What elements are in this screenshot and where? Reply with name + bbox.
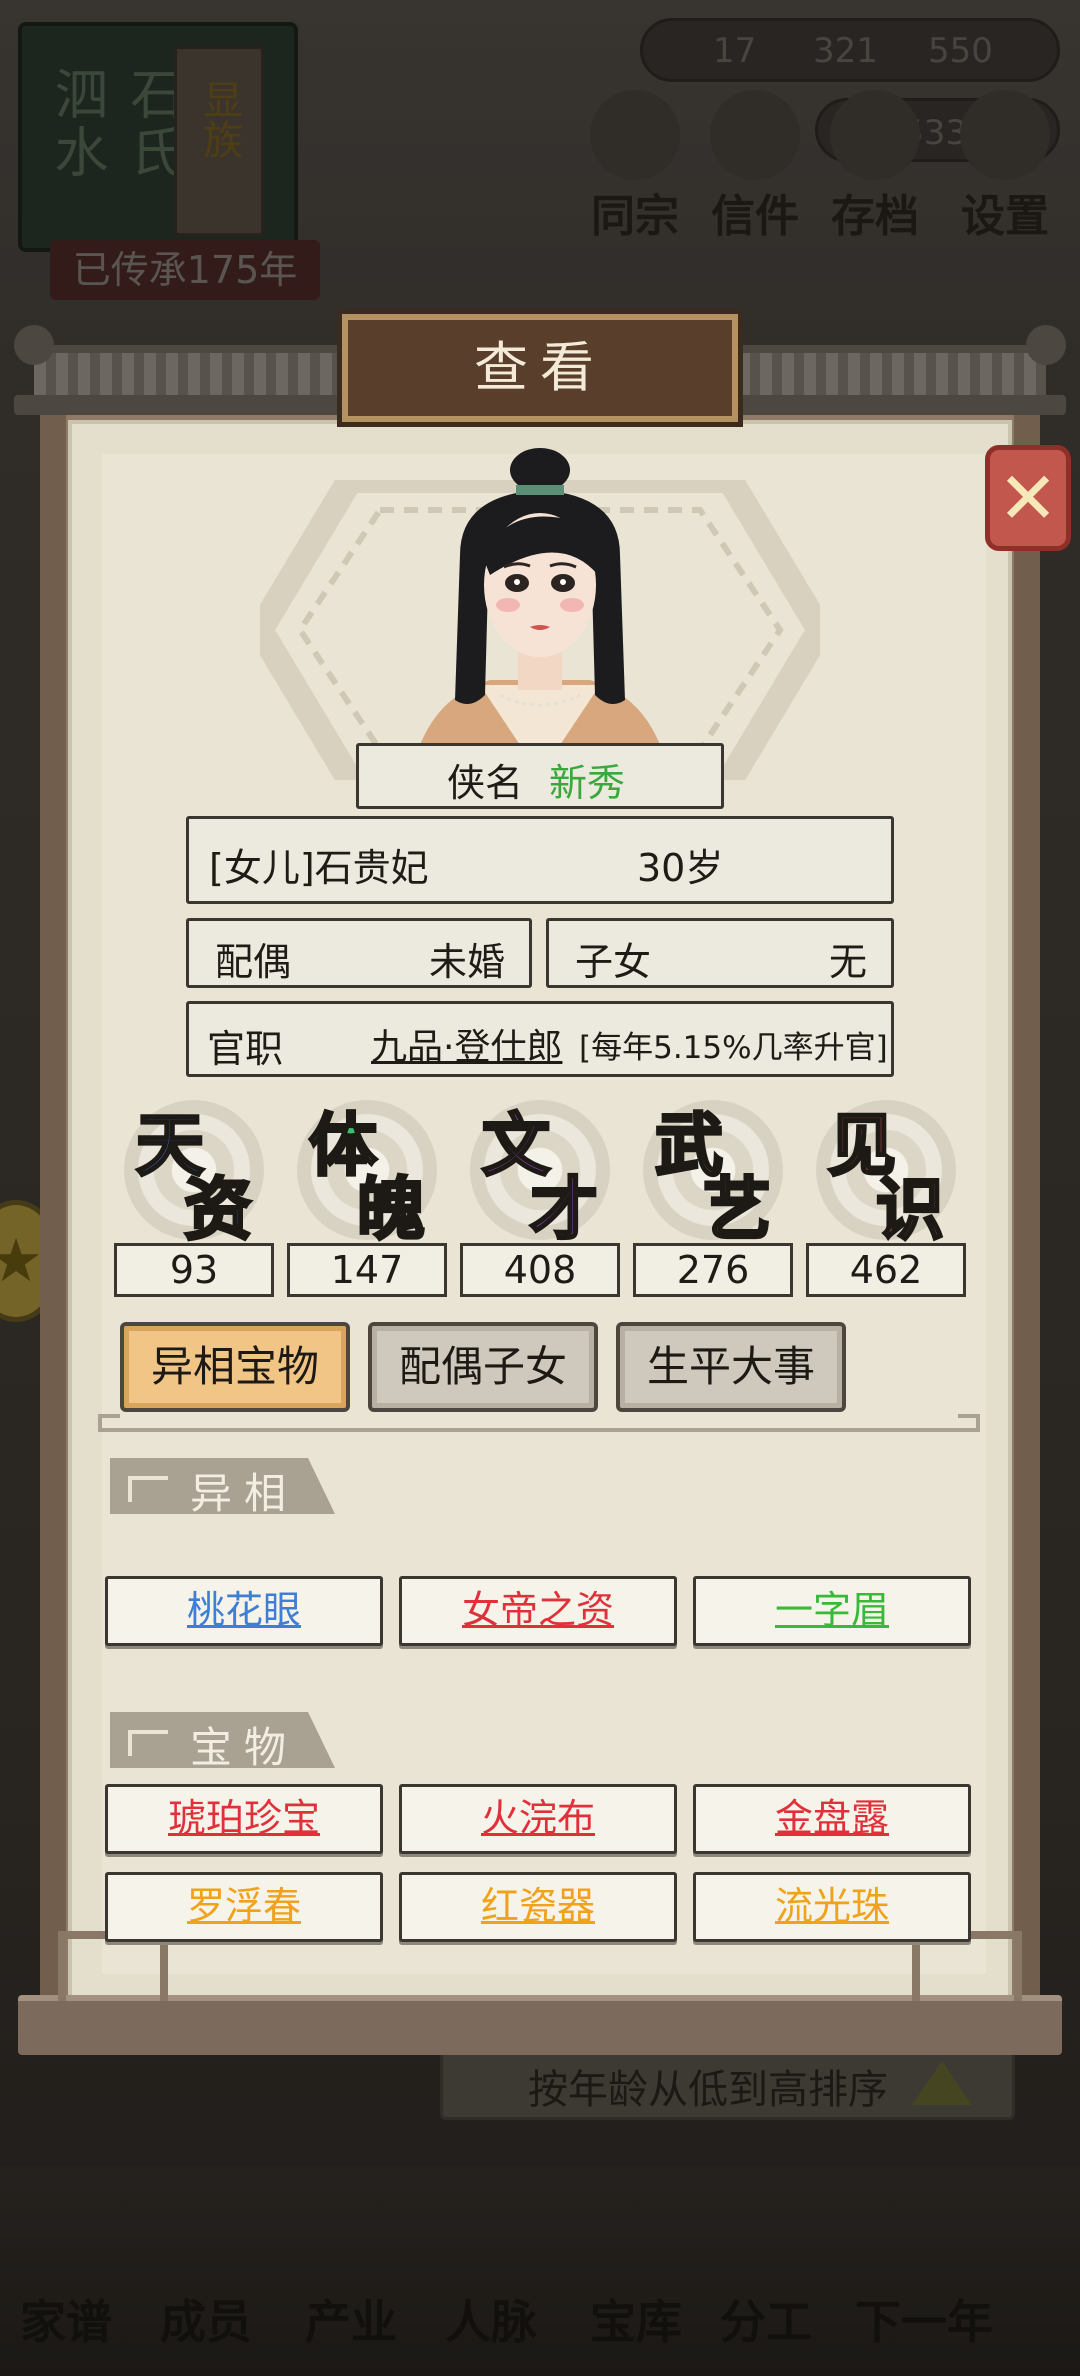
attribute-physique: 体 魄 xyxy=(287,1090,447,1252)
children-value: 无 xyxy=(828,940,867,984)
treasure-item[interactable]: 红瓷器 xyxy=(399,1872,677,1942)
treasure-item[interactable]: 流光珠 xyxy=(693,1872,971,1942)
modal-base-rail xyxy=(18,1931,1062,2055)
tab-life-events[interactable]: 生平大事 xyxy=(616,1322,846,1412)
office-rank-link[interactable]: 九品·登仕郎 xyxy=(371,1018,562,1070)
attribute-talent: 天 资 xyxy=(114,1090,274,1252)
spouse-value: 未婚 xyxy=(428,940,505,984)
character-portrait xyxy=(420,448,660,745)
tab-traits-treasures[interactable]: 异相宝物 xyxy=(120,1322,350,1412)
age-value: 30岁 xyxy=(637,846,724,890)
attribute-insight: 见 识 xyxy=(806,1090,966,1252)
divider-cap-right xyxy=(958,1414,980,1432)
children-box: 子女 无 xyxy=(546,918,894,988)
identity-label: [女儿]石贵妃 xyxy=(209,846,429,890)
divider-cap-left xyxy=(98,1414,120,1432)
trait-item[interactable]: 桃花眼 xyxy=(105,1576,383,1646)
attribute-insight-value: 462 xyxy=(806,1243,966,1297)
attribute-physique-value: 147 xyxy=(287,1243,447,1297)
office-promotion-note: [每年5.15%几率升官] xyxy=(579,1030,888,1066)
nickname-box: 侠名 新秀 xyxy=(356,743,724,809)
attribute-literary: 文 才 xyxy=(460,1090,620,1252)
attribute-talent-value: 93 xyxy=(114,1243,274,1297)
trait-item[interactable]: 一字眉 xyxy=(693,1576,971,1646)
treasure-item[interactable]: 琥珀珍宝 xyxy=(105,1784,383,1854)
identity-box: [女儿]石贵妃 30岁 xyxy=(186,816,894,904)
modal-title: 查看 xyxy=(474,336,606,399)
office-box: 官职 九品·登仕郎 [每年5.15%几率升官] xyxy=(186,1001,894,1077)
section-traits-header: 异相 xyxy=(110,1458,335,1514)
nickname-label: 侠名 xyxy=(447,761,524,805)
section-treasures-header: 宝物 xyxy=(110,1712,335,1768)
close-icon: ✕ xyxy=(997,456,1059,540)
section-treasures-title: 宝物 xyxy=(190,1723,299,1772)
treasure-item[interactable]: 金盘露 xyxy=(693,1784,971,1854)
attribute-martial-value: 276 xyxy=(633,1243,793,1297)
spouse-box: 配偶 未婚 xyxy=(186,918,532,988)
modal-title-plaque: 查看 xyxy=(342,314,738,422)
attribute-literary-value: 408 xyxy=(460,1243,620,1297)
section-traits-title: 异相 xyxy=(190,1469,299,1518)
office-label: 官职 xyxy=(207,1027,284,1071)
nickname-value: 新秀 xyxy=(549,761,626,805)
attribute-martial: 武 艺 xyxy=(633,1090,793,1252)
treasure-item[interactable]: 罗浮春 xyxy=(105,1872,383,1942)
trait-item[interactable]: 女帝之资 xyxy=(399,1576,677,1646)
children-label: 子女 xyxy=(575,940,652,984)
tab-spouse-children[interactable]: 配偶子女 xyxy=(368,1322,598,1412)
close-button[interactable]: ✕ xyxy=(985,445,1071,551)
spouse-label: 配偶 xyxy=(215,940,292,984)
treasure-item[interactable]: 火浣布 xyxy=(399,1784,677,1854)
divider xyxy=(100,1428,980,1432)
